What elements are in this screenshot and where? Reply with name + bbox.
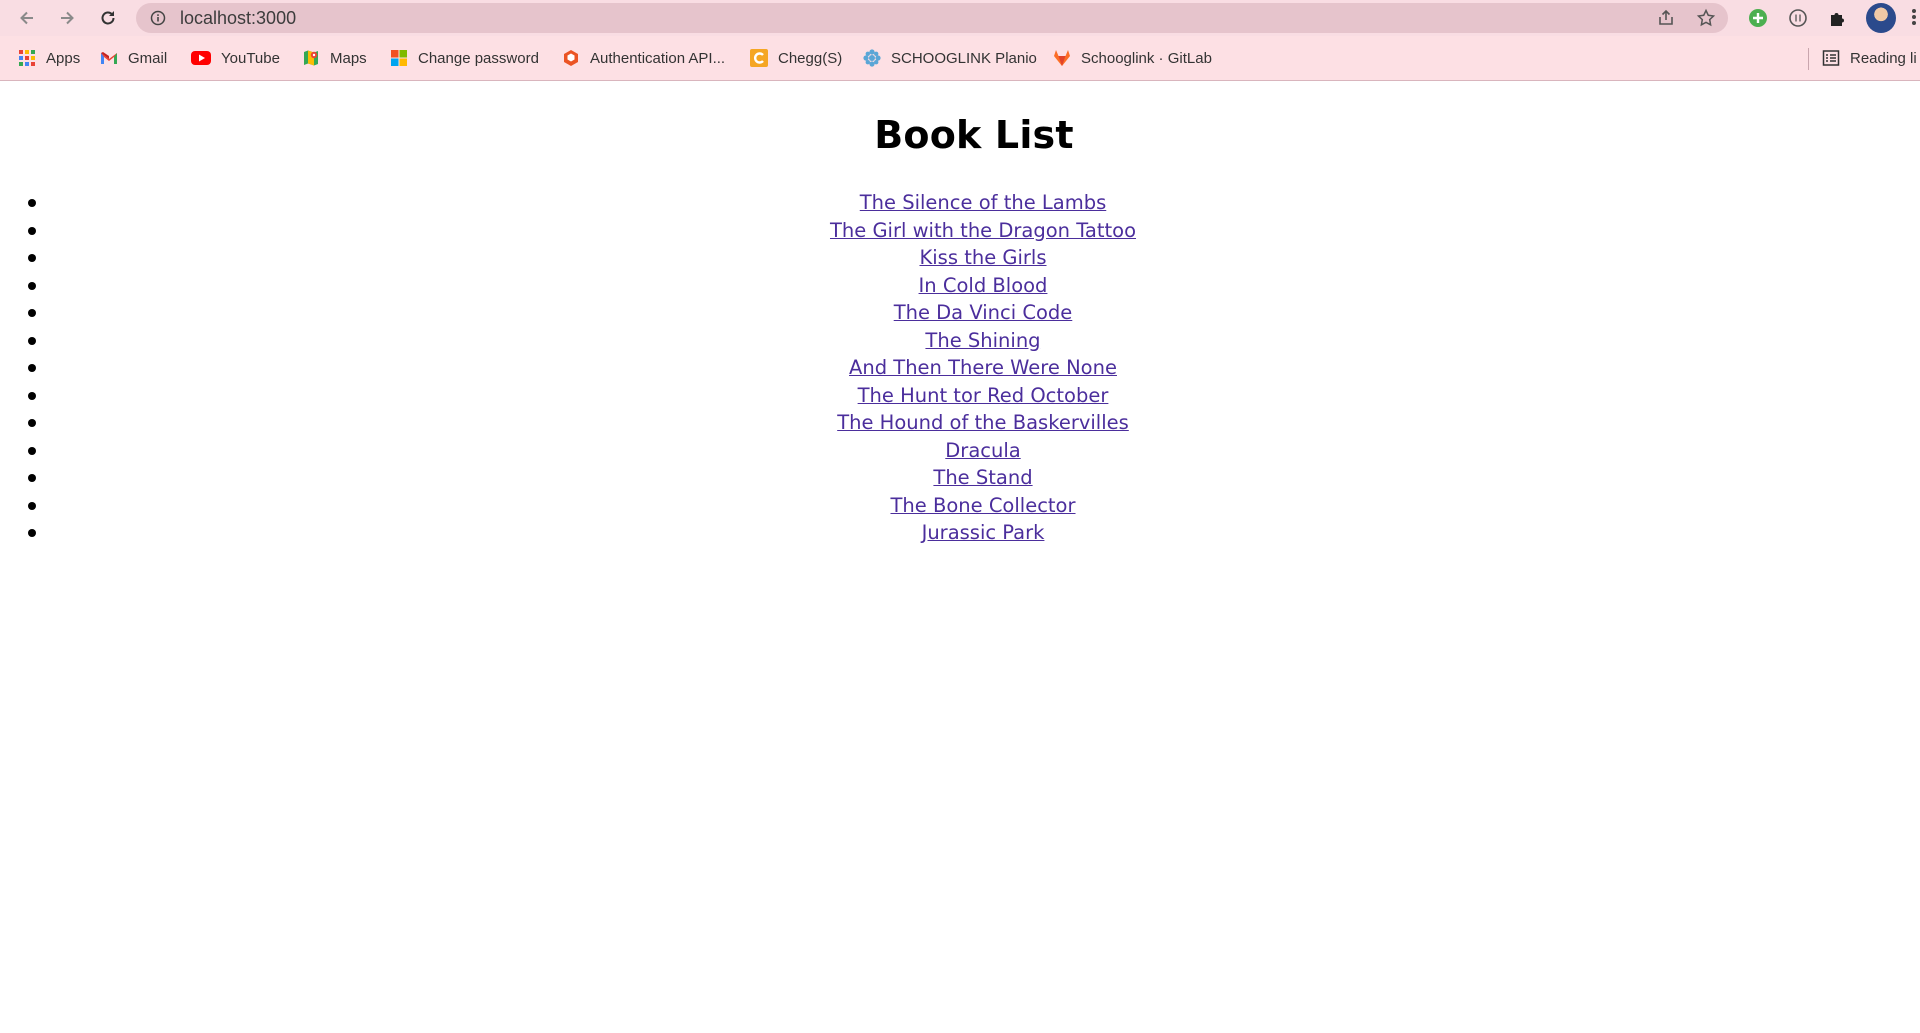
- list-item: The Da Vinci Code: [0, 299, 1920, 327]
- bullet-dot: [28, 364, 36, 372]
- list-item: The Girl with the Dragon Tattoo: [0, 217, 1920, 245]
- list-item: Jurassic Park: [0, 519, 1920, 547]
- bookmark-label: Authentication API...: [590, 49, 726, 67]
- extension-green-plus-icon[interactable]: [1746, 6, 1770, 30]
- bookmark-chegg[interactable]: Chegg(S): [750, 47, 842, 69]
- bookmark-youtube[interactable]: YouTube: [191, 47, 280, 69]
- apps-grid-icon: [19, 50, 35, 66]
- url-text[interactable]: localhost:3000: [180, 3, 296, 33]
- bookmark-label: Gmail: [128, 49, 168, 67]
- list-item: The Hound of the Baskervilles: [0, 409, 1920, 437]
- book-link[interactable]: The Stand: [933, 466, 1032, 489]
- book-link[interactable]: In Cold Blood: [919, 274, 1048, 297]
- bookmark-label: Chegg(S): [778, 49, 843, 67]
- page-content: Book List The Silence of the Lambs The G…: [0, 81, 1920, 1033]
- browser-toolbar: localhost:3000: [0, 0, 1920, 36]
- book-link[interactable]: Dracula: [945, 439, 1020, 462]
- list-item: The Hunt tor Red October: [0, 382, 1920, 410]
- back-arrow-icon: [20, 11, 33, 25]
- list-item: In Cold Blood: [0, 272, 1920, 300]
- bookmark-label: Apps: [46, 49, 81, 67]
- book-link[interactable]: Kiss the Girls: [919, 246, 1046, 269]
- reload-icon: [101, 11, 115, 25]
- bookmark-authentication-api[interactable]: Authentication API...: [562, 47, 725, 69]
- list-item: Dracula: [0, 437, 1920, 465]
- bookmark-star-icon[interactable]: [1696, 8, 1716, 28]
- book-link[interactable]: And Then There Were None: [849, 356, 1117, 379]
- gmail-icon: [101, 52, 117, 64]
- reading-list-label: Reading li: [1850, 49, 1917, 67]
- book-link[interactable]: The Hunt tor Red October: [858, 384, 1109, 407]
- maps-icon: [304, 50, 318, 66]
- bullet-dot: [28, 281, 36, 290]
- gitlab-icon: [1054, 50, 1070, 66]
- reading-list-button[interactable]: Reading li: [1822, 47, 1917, 69]
- book-list: The Silence of the Lambs The Girl with t…: [0, 189, 1920, 547]
- bookmark-label: Schooglink · GitLab: [1081, 49, 1212, 67]
- bookmark-maps[interactable]: Maps: [302, 47, 367, 69]
- bullet-dot: [28, 254, 36, 262]
- bookmarks-bar: Apps Gmail YouTube Maps Change password …: [0, 36, 1920, 81]
- bullet-dot: [28, 391, 36, 400]
- bullet-dot: [28, 226, 36, 235]
- bookmark-label: SCHOOGLINK Planio: [891, 49, 1037, 67]
- extensions-puzzle-icon[interactable]: [1826, 6, 1850, 30]
- bullet-dot: [28, 474, 36, 482]
- reading-list-icon: [1822, 50, 1840, 66]
- planio-icon: [863, 49, 881, 67]
- list-item: The Stand: [0, 464, 1920, 492]
- share-icon[interactable]: [1656, 8, 1676, 28]
- bullet-dot: [28, 419, 36, 427]
- list-item: The Bone Collector: [0, 492, 1920, 520]
- book-link[interactable]: The Girl with the Dragon Tattoo: [830, 219, 1136, 242]
- book-link[interactable]: The Bone Collector: [890, 494, 1075, 517]
- forward-arrow-icon: [61, 11, 74, 25]
- reload-button[interactable]: [95, 5, 121, 31]
- bullet-dot: [28, 501, 36, 510]
- book-link[interactable]: The Shining: [925, 329, 1040, 352]
- bookmark-schooglink-gitlab[interactable]: Schooglink · GitLab: [1053, 47, 1212, 69]
- bookmark-gmail[interactable]: Gmail: [100, 47, 167, 69]
- bookmark-apps[interactable]: Apps: [18, 47, 80, 69]
- bookmarks-separator: [1808, 48, 1809, 70]
- bullet-dot: [28, 309, 36, 317]
- bullet-dot: [28, 446, 36, 455]
- page-title: Book List: [874, 113, 1074, 157]
- bookmark-label: Change password: [418, 49, 539, 67]
- book-link[interactable]: The Silence of the Lambs: [860, 191, 1107, 214]
- chrome-menu-icon[interactable]: [1912, 8, 1918, 28]
- book-link[interactable]: The Hound of the Baskervilles: [837, 411, 1129, 434]
- profile-avatar[interactable]: [1866, 3, 1896, 33]
- bullet-dot: [28, 336, 36, 345]
- microsoft-icon: [391, 50, 407, 66]
- extension-circle-icon[interactable]: [1786, 6, 1810, 30]
- youtube-icon: [191, 51, 211, 65]
- forward-button[interactable]: [54, 5, 80, 31]
- address-bar[interactable]: localhost:3000: [136, 3, 1728, 33]
- back-button[interactable]: [14, 5, 40, 31]
- bookmark-change-password[interactable]: Change password: [390, 47, 539, 69]
- bookmark-schooglink-planio[interactable]: SCHOOGLINK Planio: [863, 47, 1037, 69]
- list-item: The Shining: [0, 327, 1920, 355]
- chegg-icon: [750, 49, 768, 67]
- info-icon[interactable]: [150, 10, 166, 26]
- bullet-dot: [28, 199, 36, 207]
- list-item: The Silence of the Lambs: [0, 189, 1920, 217]
- book-link[interactable]: Jurassic Park: [922, 521, 1045, 544]
- bullet-dot: [28, 529, 36, 537]
- bookmark-label: Maps: [330, 49, 367, 67]
- list-item: Kiss the Girls: [0, 244, 1920, 272]
- book-link[interactable]: The Da Vinci Code: [894, 301, 1073, 324]
- bookmark-label: YouTube: [221, 49, 280, 67]
- auth-api-icon: [564, 50, 578, 66]
- list-item: And Then There Were None: [0, 354, 1920, 382]
